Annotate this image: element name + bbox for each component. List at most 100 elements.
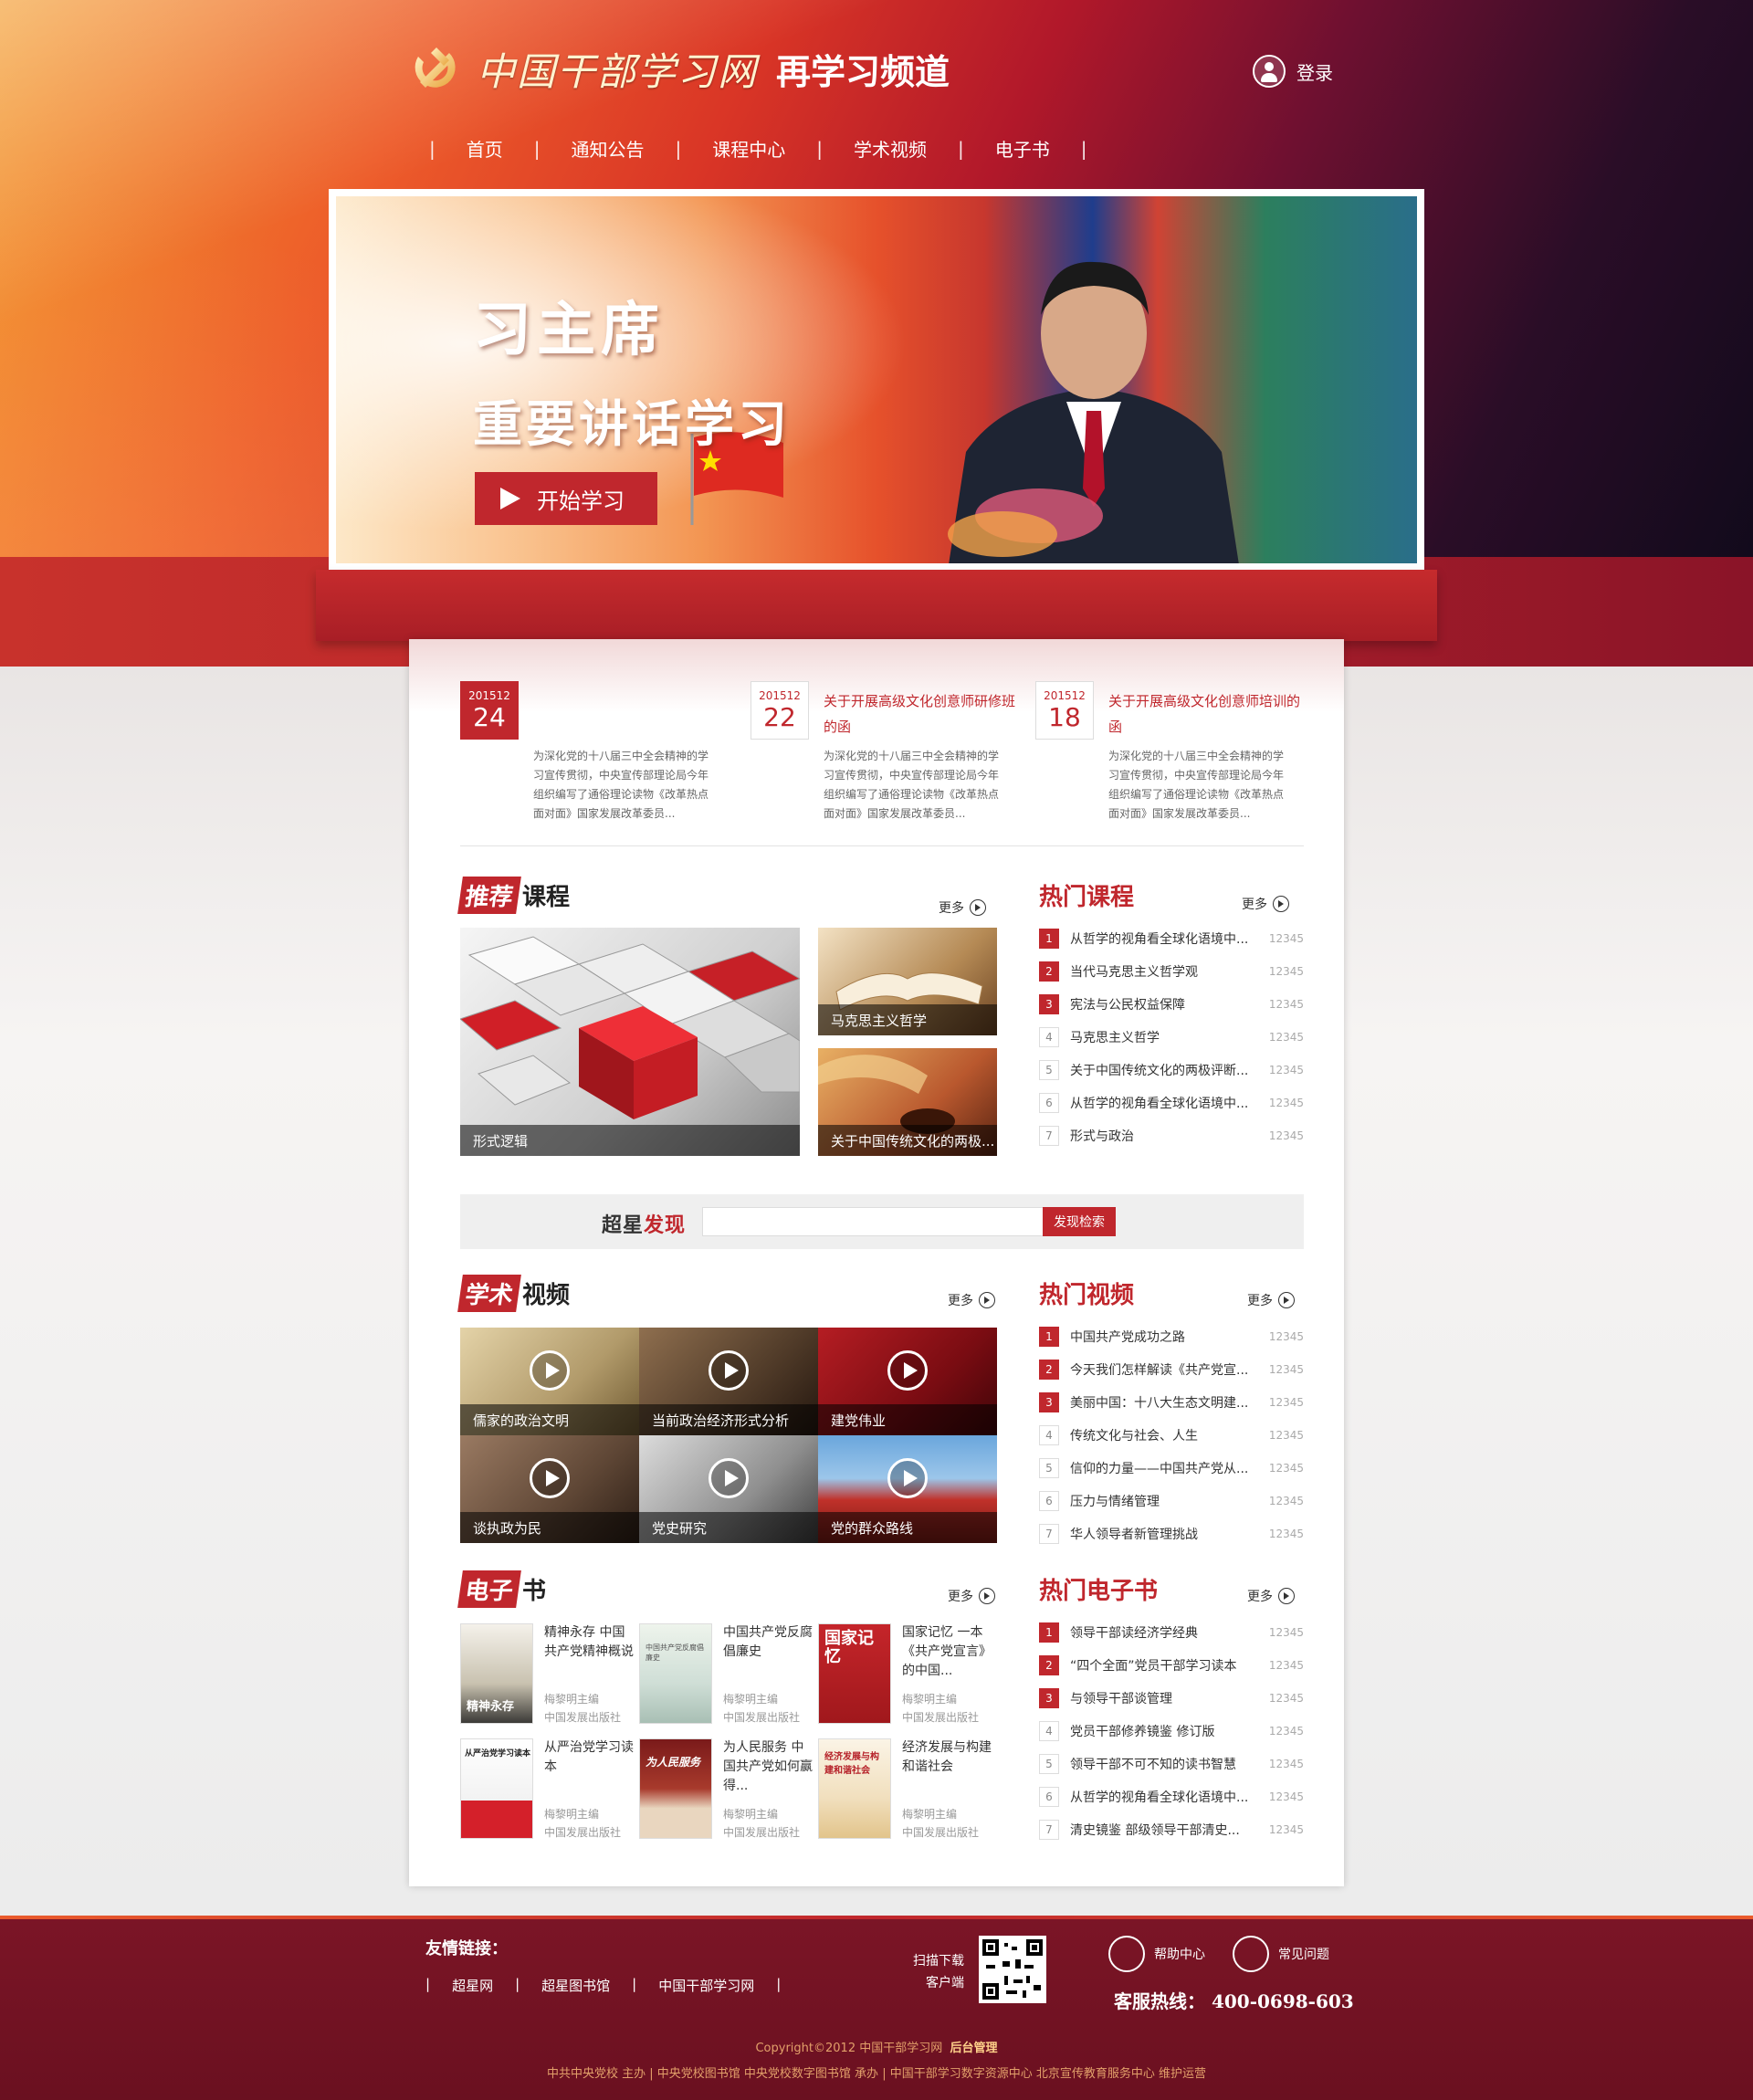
ebook-cover: 为人民服务 xyxy=(639,1738,712,1839)
ebook-item[interactable]: 为人民服务 为人民服务 中国共产党如何赢得... 梅黎明主编 中国发展出版社 xyxy=(639,1738,813,1839)
question-icon xyxy=(1233,1936,1269,1972)
hot-ebook-row[interactable]: 4 党员干部修养镜鉴 修订版 12345 xyxy=(1039,1715,1304,1748)
ebook-item[interactable]: 经济发展与构建和谐社会 经济发展与构建和谐社会 梅黎明主编 中国发展出版社 xyxy=(818,1738,992,1839)
hot-course-row[interactable]: 5 关于中国传统文化的两极评断... 12345 xyxy=(1039,1054,1304,1087)
hot-video-row[interactable]: 5 信仰的力量——中国共产党从... 12345 xyxy=(1039,1452,1304,1485)
ebooks-more-link[interactable]: 更多 xyxy=(948,1587,995,1605)
news-date: 201512 24 xyxy=(460,681,519,740)
hot-ebook-row[interactable]: 2 “四个全面”党员干部学习读本 12345 xyxy=(1039,1649,1304,1682)
hot-course-row[interactable]: 3 宪法与公民权益保障 12345 xyxy=(1039,988,1304,1021)
start-learning-label: 开始学习 xyxy=(537,488,625,514)
login-button[interactable]: 登录 xyxy=(1253,55,1333,88)
course-card[interactable]: 马克思主义哲学 xyxy=(818,928,997,1035)
speaker-portrait-image xyxy=(929,242,1258,563)
ebook-cover: 经济发展与构建和谐社会 xyxy=(818,1738,891,1839)
friend-link[interactable]: 中国干部学习网 xyxy=(658,1976,754,1995)
ebook-title: 国家记忆 一本《共产党宣言》的中国... xyxy=(902,1625,992,1678)
video-caption: 建党伟业 xyxy=(818,1404,997,1435)
ebook-publisher: 中国发展出版社 xyxy=(544,1711,622,1724)
hot-video-row[interactable]: 4 传统文化与社会、人生 12345 xyxy=(1039,1419,1304,1452)
ebook-title: 为人民服务 中国共产党如何赢得... xyxy=(723,1740,813,1793)
course-card[interactable]: 形式逻辑 xyxy=(460,928,800,1156)
ebook-item[interactable]: 从严治党学习读本 从严治党学习读本 梅黎明主编 中国发展出版社 xyxy=(460,1738,634,1839)
hot-video-row[interactable]: 1 中国共产党成功之路 12345 xyxy=(1039,1320,1304,1353)
help-center-link[interactable]: 帮助中心 xyxy=(1108,1936,1205,1972)
ebook-title: 中国共产党反腐倡廉史 xyxy=(723,1625,813,1659)
videos-more-link[interactable]: 更多 xyxy=(948,1291,995,1309)
site-logo[interactable]: 中国干部学习网 再学习频道 xyxy=(402,37,950,100)
video-caption: 谈执政为民 xyxy=(460,1512,639,1543)
hot-videos-more-link[interactable]: 更多 xyxy=(1247,1291,1295,1309)
ebook-author: 梅黎明主编 xyxy=(902,1808,958,1821)
video-caption: 当前政治经济形式分析 xyxy=(639,1404,818,1435)
video-card[interactable]: 党的群众路线 xyxy=(818,1435,997,1543)
arrow-circle-icon xyxy=(1273,896,1289,912)
video-card[interactable]: 党史研究 xyxy=(639,1435,818,1543)
ebook-item[interactable]: 精神永存 精神永存 中国共产党精神概说 梅黎明主编 中国发展出版社 xyxy=(460,1623,634,1724)
hot-ebooks-title: 热门电子书 xyxy=(1039,1578,1159,1605)
friend-link[interactable]: 超星网 xyxy=(452,1976,493,1995)
hot-video-row[interactable]: 2 今天我们怎样解读《共产党宣... 12345 xyxy=(1039,1353,1304,1386)
ebook-item[interactable]: 中国共产党反腐倡廉史 中国共产党反腐倡廉史 梅黎明主编 中国发展出版社 xyxy=(639,1623,813,1724)
hot-ebook-row[interactable]: 3 与领导干部谈管理 12345 xyxy=(1039,1682,1304,1715)
faq-link[interactable]: 常见问题 xyxy=(1233,1936,1329,1972)
search-button[interactable]: 发现检索 xyxy=(1043,1207,1116,1236)
login-label: 登录 xyxy=(1296,61,1333,84)
hot-ebook-row[interactable]: 7 清史镜鉴 部级领导干部清史... 12345 xyxy=(1039,1813,1304,1846)
service-hotline: 客服热线： 400-0698-603 xyxy=(1114,1990,1354,2012)
hot-course-row[interactable]: 1 从哲学的视角看全球化语境中... 12345 xyxy=(1039,922,1304,955)
hot-course-row[interactable]: 2 当代马克思主义哲学观 12345 xyxy=(1039,955,1304,988)
hot-videos-list: 1 中国共产党成功之路 12345 2 今天我们怎样解读《共产党宣... 12345 3… xyxy=(1039,1320,1304,1550)
ebook-cover: 精神永存 xyxy=(460,1623,533,1724)
nav-videos[interactable]: 学术视频 xyxy=(830,135,950,162)
hot-ebooks-more-link[interactable]: 更多 xyxy=(1247,1587,1295,1605)
banner-ledge xyxy=(316,570,1437,641)
course-card[interactable]: 关于中国传统文化的两极... xyxy=(818,1048,997,1156)
hot-ebook-row[interactable]: 1 领导干部读经济学经典 12345 xyxy=(1039,1616,1304,1649)
news-desc: 为深化党的十八届三中全会精神的学习宣传贯彻，中央宣传部理论局今年组织编写了通俗理… xyxy=(533,750,709,820)
news-date: 201512 18 xyxy=(1035,681,1094,740)
search-label: 超星发现 xyxy=(602,1214,687,1237)
hot-ebook-row[interactable]: 5 领导干部不可不知的读书智慧 12345 xyxy=(1039,1748,1304,1780)
search-input[interactable] xyxy=(702,1207,1044,1236)
nav-ebooks[interactable]: 电子书 xyxy=(971,135,1074,162)
hot-ebooks-list: 1 领导干部读经济学经典 12345 2 “四个全面”党员干部学习读本 12345 3与… xyxy=(1039,1616,1304,1846)
friend-links: | 超星网 | 超星图书馆 | 中国干部学习网 | xyxy=(425,1976,782,1995)
cubes-image xyxy=(460,936,800,1119)
hot-course-row[interactable]: 6 从哲学的视角看全球化语境中... 12345 xyxy=(1039,1087,1304,1119)
qr-code-icon[interactable] xyxy=(979,1936,1046,2003)
nav-notices[interactable]: 通知公告 xyxy=(548,135,668,162)
ebook-publisher: 中国发展出版社 xyxy=(902,1826,980,1839)
nav-courses[interactable]: 课程中心 xyxy=(688,135,809,162)
video-card[interactable]: 建党伟业 xyxy=(818,1328,997,1435)
course-caption: 马克思主义哲学 xyxy=(818,1004,997,1035)
help-center-icon xyxy=(1108,1936,1145,1972)
start-learning-button[interactable]: 开始学习 xyxy=(475,472,657,525)
ebook-publisher: 中国发展出版社 xyxy=(902,1711,980,1724)
courses-more-link[interactable]: 更多 xyxy=(939,898,986,917)
ebook-author: 梅黎明主编 xyxy=(544,1693,600,1706)
copyright: Copyright©2012 中国干部学习网 后台管理 xyxy=(755,2042,998,2055)
hot-ebook-row[interactable]: 6 从哲学的视角看全球化语境中... 12345 xyxy=(1039,1780,1304,1813)
hot-courses-more-link[interactable]: 更多 xyxy=(1242,895,1289,913)
news-title[interactable]: 关于开展高级文化创意师培训的函 xyxy=(1108,688,1300,740)
video-card[interactable]: 谈执政为民 xyxy=(460,1435,639,1543)
ebook-title: 经济发展与构建和谐社会 xyxy=(902,1740,992,1774)
nav-home[interactable]: 首页 xyxy=(443,135,527,162)
hot-course-row[interactable]: 4 马克思主义哲学 12345 xyxy=(1039,1021,1304,1054)
hot-video-row[interactable]: 6 压力与情绪管理 12345 xyxy=(1039,1485,1304,1517)
hot-video-row[interactable]: 3 美丽中国：十八大生态文明建... 12345 xyxy=(1039,1386,1304,1419)
hot-video-row[interactable]: 7 华人领导者新管理挑战 12345 xyxy=(1039,1517,1304,1550)
play-icon xyxy=(887,1350,928,1391)
section-title-courses: 推荐 课程 xyxy=(457,877,570,914)
video-caption: 儒家的政治文明 xyxy=(460,1404,639,1435)
admin-link[interactable]: 后台管理 xyxy=(950,2042,998,2055)
ebook-item[interactable]: 国家记忆 国家记忆 一本《共产党宣言》的中国... 梅黎明主编 中国发展出版社 xyxy=(818,1623,992,1724)
hot-course-row[interactable]: 7 形式与政治 12345 xyxy=(1039,1119,1304,1152)
play-icon xyxy=(530,1350,570,1391)
video-card[interactable]: 当前政治经济形式分析 xyxy=(639,1328,818,1435)
user-icon xyxy=(1253,55,1286,88)
news-title[interactable]: 关于开展高级文化创意师研修班的函 xyxy=(824,688,1015,740)
friend-link[interactable]: 超星图书馆 xyxy=(541,1976,610,1995)
video-card[interactable]: 儒家的政治文明 xyxy=(460,1328,639,1435)
